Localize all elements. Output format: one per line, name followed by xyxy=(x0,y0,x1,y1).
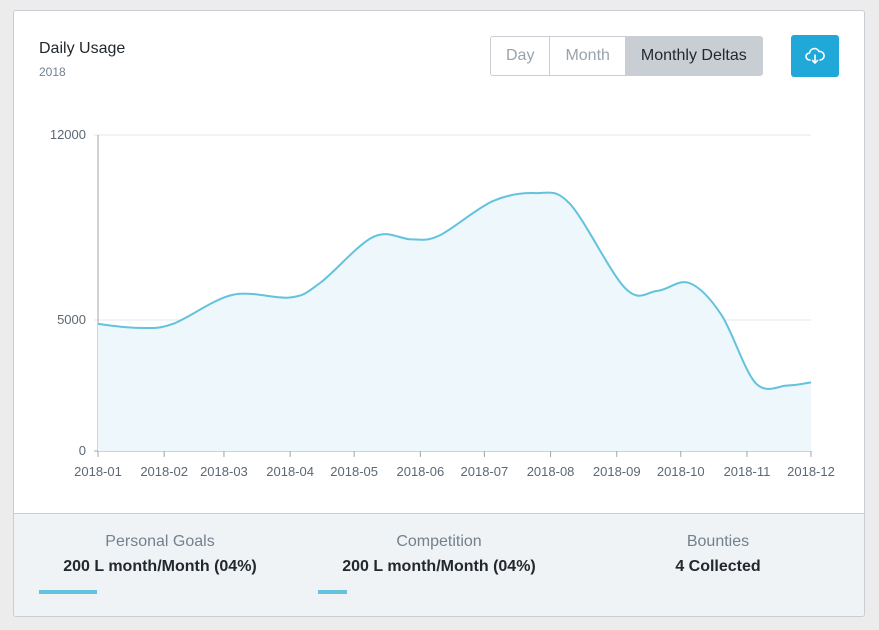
x-tick-label: 2018-08 xyxy=(527,464,575,479)
card-body: Daily Usage 2018 Day Month Monthly Delta… xyxy=(14,11,864,513)
x-tick-label: 2018-12 xyxy=(787,464,835,479)
personal-goals-progress xyxy=(39,590,281,594)
progress-fill xyxy=(318,590,348,594)
x-tick-label: 2018-07 xyxy=(461,464,509,479)
x-tick-label: 2018-03 xyxy=(200,464,248,479)
card-footer: Personal Goals 200 L month/Month (04%) C… xyxy=(14,513,864,616)
progress-fill xyxy=(39,590,98,594)
competition-progress xyxy=(318,590,560,594)
usage-chart: 0 5000 12000 2018-01 2018-02 2018-03 2018-04 20… xyxy=(50,127,835,479)
x-tick-label: 2018-02 xyxy=(140,464,188,479)
y-tick-label: 0 xyxy=(79,443,86,458)
stat-value: 200 L month/Month (04%) xyxy=(63,558,257,575)
stat-value: 200 L month/Month (04%) xyxy=(342,558,536,575)
y-tick-label: 5000 xyxy=(57,312,86,327)
x-tick-label: 2018-11 xyxy=(724,464,771,479)
x-tick-label: 2018-01 xyxy=(74,464,122,479)
y-tick-label: 12000 xyxy=(50,127,86,142)
stat-label: Competition xyxy=(396,533,482,550)
x-tick-label: 2018-05 xyxy=(330,464,378,479)
series-area xyxy=(98,192,811,451)
stat-label: Personal Goals xyxy=(105,533,215,550)
stat-label: Bounties xyxy=(686,533,750,550)
daily-usage-card: Daily Usage 2018 Day Month Monthly Delta… xyxy=(13,10,865,617)
x-tick-label: 2018-06 xyxy=(396,464,444,479)
stat-value: 4 Collected xyxy=(675,558,761,575)
x-tick-label: 2018-10 xyxy=(657,464,705,479)
x-tick-label: 2018-09 xyxy=(593,464,641,479)
x-tick-label: 2018-04 xyxy=(266,464,314,479)
